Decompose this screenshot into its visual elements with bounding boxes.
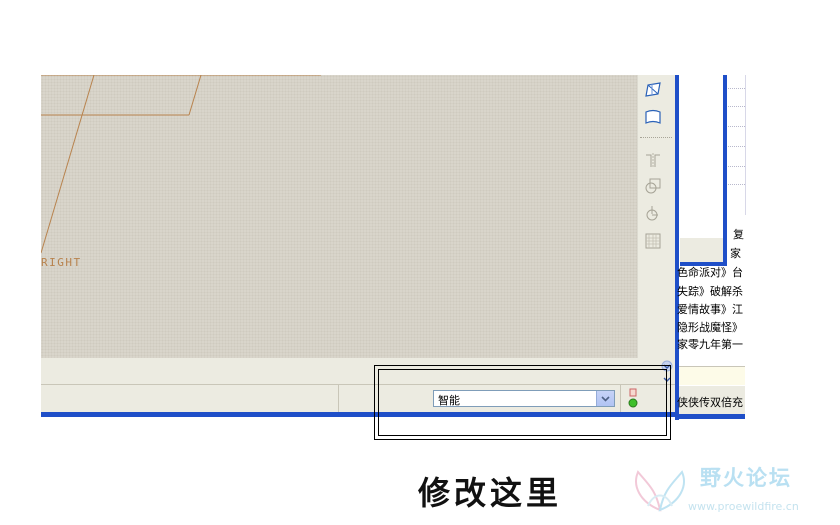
toolbar-separator — [640, 137, 672, 138]
background-frame — [723, 75, 727, 265]
news-link[interactable]: 家零九年第一 — [677, 336, 745, 352]
background-panel-footer — [680, 238, 723, 262]
grid-icon[interactable] — [641, 230, 665, 252]
saved-view-icon[interactable] — [641, 106, 665, 128]
panel-rule — [728, 88, 745, 89]
right-toolbar — [637, 75, 676, 358]
news-link[interactable]: 爱情故事》江 — [677, 301, 745, 317]
status-divider — [338, 384, 339, 412]
background-corner-text: 复 — [733, 228, 744, 241]
view-orient-icon[interactable] — [641, 79, 665, 101]
background-input-strip — [679, 366, 745, 385]
news-link[interactable]: 隐形战魔怪》 — [677, 319, 745, 335]
forum-logo-icon — [630, 462, 692, 522]
news-link[interactable]: 色命派对》台 — [677, 264, 745, 280]
datum-label: RIGHT — [41, 256, 82, 269]
mirror-icon[interactable] — [641, 149, 665, 171]
background-status-text: 侠侠传双倍充 — [677, 396, 743, 409]
panel-rule — [728, 166, 745, 167]
background-frame — [679, 414, 745, 419]
panel-rule — [728, 106, 745, 107]
graphics-window[interactable]: RIGHT — [41, 75, 637, 358]
watermark-title: 野火论坛 — [700, 466, 792, 490]
datum-plane-sketch — [41, 75, 321, 254]
datum-axis-icon[interactable] — [641, 202, 665, 224]
background-panel — [680, 75, 746, 215]
datum-plane-icon[interactable] — [641, 175, 665, 197]
panel-rule — [728, 146, 745, 147]
panel-rule — [728, 184, 745, 185]
annotation-box-inner — [378, 369, 667, 436]
news-link[interactable]: 失踪》破解杀 — [677, 283, 745, 299]
annotation-caption: 修改这里 — [418, 474, 563, 512]
datum-edge-slant — [41, 75, 95, 254]
watermark-url: www.proewildfire.cn — [688, 500, 799, 513]
background-side-text: 家 — [730, 247, 741, 260]
datum-edge-right — [188, 75, 202, 116]
panel-rule — [728, 126, 745, 127]
